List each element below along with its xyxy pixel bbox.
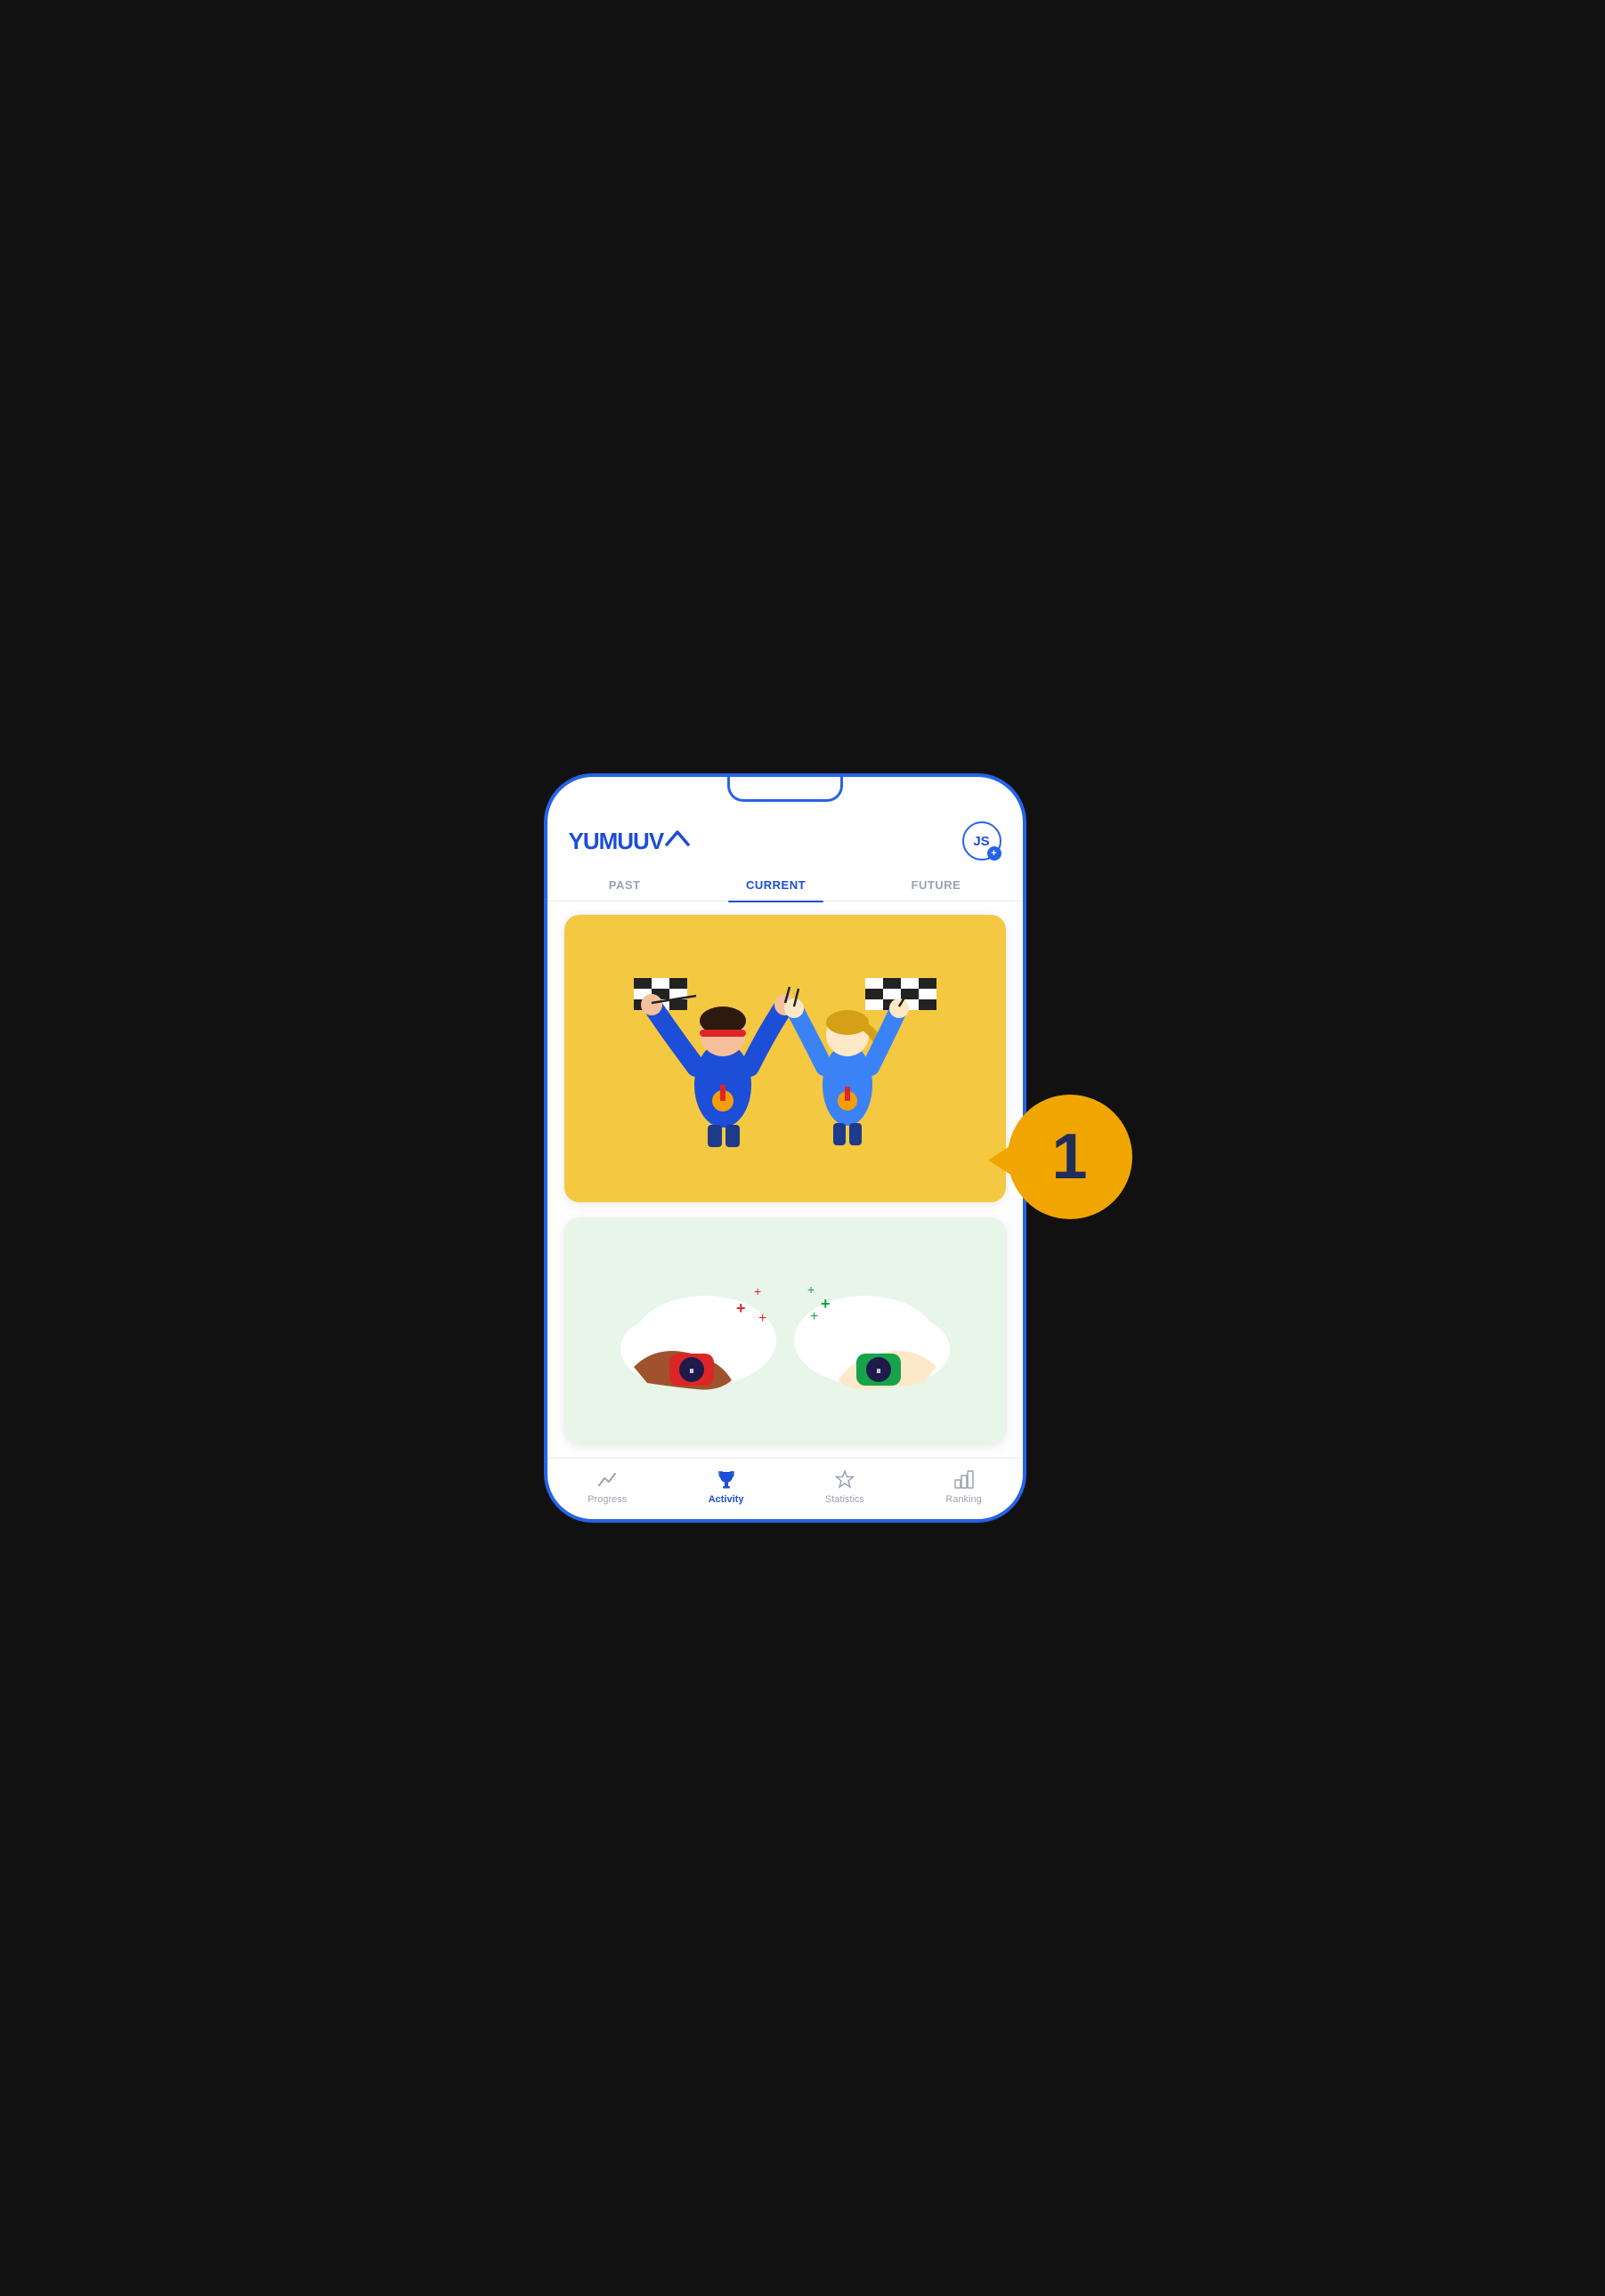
- trophy-icon: [715, 1467, 738, 1491]
- tab-past[interactable]: PAST: [591, 869, 659, 901]
- card-2: ⏸ + + + ⏸ +: [563, 1217, 1007, 1445]
- tabs-bar: PAST CURRENT FUTURE: [547, 869, 1023, 901]
- card-2-image: ⏸ + + + ⏸ +: [564, 1218, 1006, 1444]
- tab-future[interactable]: FUTURE: [894, 869, 979, 901]
- card-1-body: YuMuuv 10K STEPS A DAY KEEP THE DOCTOR A…: [564, 1202, 1006, 1203]
- logo-text: YUMUUV: [569, 828, 664, 855]
- svg-text:+: +: [754, 1284, 761, 1298]
- svg-text:⏸: ⏸: [688, 1364, 693, 1377]
- nav-ranking[interactable]: Ranking: [945, 1467, 981, 1505]
- svg-text:+: +: [758, 1311, 766, 1326]
- logo: YUMUUV: [569, 828, 691, 855]
- nav-activity[interactable]: Activity: [709, 1467, 744, 1505]
- avatar[interactable]: JS +: [962, 821, 1001, 861]
- svg-text:+: +: [821, 1295, 831, 1313]
- nav-ranking-label: Ranking: [945, 1494, 981, 1505]
- card-2-body: YuMuuv: [564, 1444, 1006, 1445]
- nav-progress-label: Progress: [588, 1494, 627, 1505]
- badge-bubble: 1: [1008, 1095, 1132, 1219]
- card-1: YuMuuv 10K STEPS A DAY KEEP THE DOCTOR A…: [563, 914, 1007, 1203]
- phone-notch: [727, 777, 843, 802]
- header: YUMUUV JS +: [547, 809, 1023, 869]
- phone-frame: YUMUUV JS + PAST CURRENT FUTURE: [545, 774, 1025, 1522]
- scene: YUMUUV JS + PAST CURRENT FUTURE: [527, 765, 1079, 1531]
- svg-text:+: +: [736, 1299, 746, 1317]
- badge-number: 1: [1051, 1125, 1087, 1189]
- svg-text:+: +: [807, 1282, 815, 1297]
- logo-arrow-icon: [665, 829, 690, 853]
- chart-line-icon: [596, 1467, 619, 1491]
- nav-statistics-label: Statistics: [825, 1494, 864, 1505]
- nav-activity-label: Activity: [709, 1494, 744, 1505]
- star-icon: [833, 1467, 856, 1491]
- nav-statistics[interactable]: Statistics: [825, 1467, 864, 1505]
- ranking-icon: [952, 1467, 976, 1491]
- svg-text:⏸: ⏸: [875, 1364, 880, 1377]
- avatar-plus-icon: +: [987, 846, 1001, 861]
- tab-current[interactable]: CURRENT: [728, 869, 823, 901]
- bottom-nav: Progress Activity: [547, 1458, 1023, 1519]
- cards-container: YuMuuv 10K STEPS A DAY KEEP THE DOCTOR A…: [547, 901, 1023, 1458]
- phone-content: YUMUUV JS + PAST CURRENT FUTURE: [547, 777, 1023, 1519]
- nav-progress[interactable]: Progress: [588, 1467, 627, 1505]
- card-1-image: [564, 915, 1006, 1202]
- svg-text:+: +: [810, 1309, 818, 1324]
